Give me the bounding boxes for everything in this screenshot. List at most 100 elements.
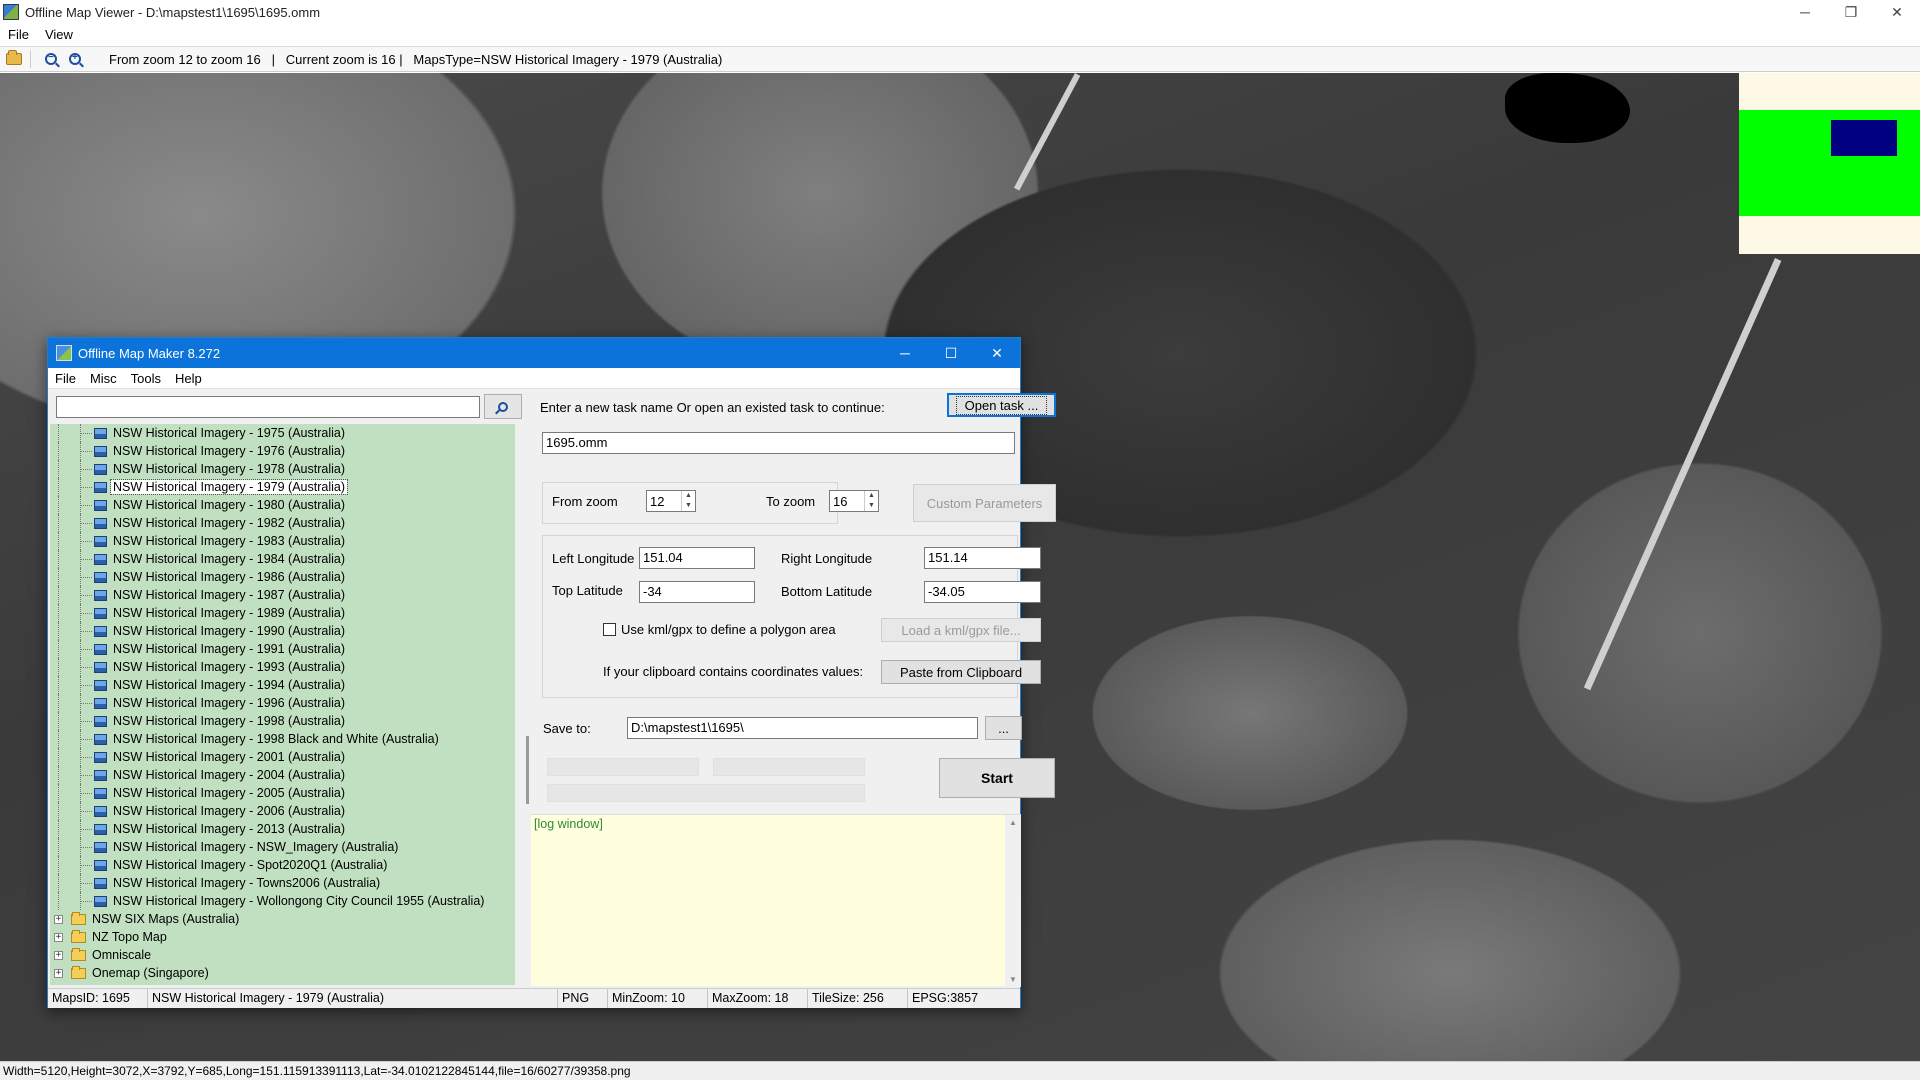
to-zoom-stepper[interactable]: 16 ▲ ▼ — [829, 490, 879, 512]
right-longitude-field[interactable]: 151.14 — [924, 547, 1041, 569]
tree-connector — [50, 892, 92, 910]
tree-item[interactable]: NSW Historical Imagery - Wollongong City… — [50, 892, 486, 910]
scroll-down-icon[interactable]: ▼ — [1009, 975, 1017, 984]
log-text: [log window] — [534, 817, 603, 831]
restore-button[interactable]: ❐ — [1828, 0, 1874, 24]
expand-icon[interactable]: + — [54, 932, 63, 942]
log-window[interactable]: [log window] ▲ ▼ — [531, 814, 1021, 987]
load-kml-button[interactable]: Load a kml/gpx file... — [881, 618, 1041, 642]
tree-item[interactable]: NSW Historical Imagery - 1976 (Australia… — [50, 442, 347, 460]
expand-icon[interactable]: + — [54, 968, 63, 978]
maker-menu-help[interactable]: Help — [168, 371, 209, 386]
zoom-out-icon[interactable]: − — [41, 49, 61, 69]
overview-viewport[interactable] — [1831, 120, 1897, 156]
tree-item[interactable]: NSW Historical Imagery - 2006 (Australia… — [50, 802, 347, 820]
tree-item[interactable]: NSW Historical Imagery - 1994 (Australia… — [50, 676, 347, 694]
progress-bar — [713, 758, 865, 776]
tree-item[interactable]: NSW Historical Imagery - 1986 (Australia… — [50, 568, 347, 586]
tree-folder[interactable]: + NZ Topo Map — [50, 928, 169, 946]
tree-item-label: NSW Historical Imagery - 1993 (Australia… — [113, 660, 346, 674]
maker-minimize-button[interactable]: ─ — [882, 338, 928, 368]
viewer-titlebar: Offline Map Viewer - D:\mapstest1\1695\1… — [0, 0, 1920, 24]
menu-view[interactable]: View — [37, 27, 81, 42]
tree-item[interactable]: NSW Historical Imagery - 2005 (Australia… — [50, 784, 347, 802]
tree-item-label: NSW Historical Imagery - 1976 (Australia… — [113, 444, 346, 458]
expand-icon[interactable]: + — [54, 950, 63, 960]
tree-folder[interactable]: + Onemap (Singapore) — [50, 964, 211, 982]
map-layer-icon — [94, 859, 107, 871]
maker-close-button[interactable]: ✕ — [974, 338, 1020, 368]
tree-item-label: NSW Historical Imagery - 1982 (Australia… — [113, 516, 346, 530]
from-zoom-stepper[interactable]: 12 ▲ ▼ — [646, 490, 696, 512]
open-folder-icon[interactable] — [4, 49, 24, 69]
tree-item[interactable]: NSW Historical Imagery - Spot2020Q1 (Aus… — [50, 856, 389, 874]
maker-titlebar[interactable]: Offline Map Maker 8.272 ─ ☐ ✕ — [48, 338, 1020, 368]
tree-item[interactable]: NSW Historical Imagery - 1991 (Australia… — [50, 640, 347, 658]
status-tile-size: TileSize: 256 — [808, 989, 908, 1008]
tree-folder[interactable]: + Omniscale — [50, 946, 153, 964]
tree-item[interactable]: NSW Historical Imagery - 2013 (Australia… — [50, 820, 347, 838]
map-layer-icon — [94, 517, 107, 529]
tree-item[interactable]: NSW Historical Imagery - 1998 (Australia… — [50, 712, 347, 730]
maker-menu-file[interactable]: File — [48, 371, 83, 386]
tree-item[interactable]: NSW Historical Imagery - Towns2006 (Aust… — [50, 874, 382, 892]
start-button[interactable]: Start — [939, 758, 1055, 798]
right-longitude-label: Right Longitude — [781, 551, 873, 566]
maker-maximize-button[interactable]: ☐ — [928, 338, 974, 368]
tree-item[interactable]: NSW Historical Imagery - 1982 (Australia… — [50, 514, 347, 532]
left-longitude-field[interactable]: 151.04 — [639, 547, 755, 569]
map-layer-icon — [94, 535, 107, 547]
maker-menu-misc[interactable]: Misc — [83, 371, 124, 386]
menu-file[interactable]: File — [0, 27, 37, 42]
log-scrollbar[interactable]: ▲ ▼ — [1005, 815, 1021, 987]
status-max-zoom: MaxZoom: 18 — [708, 989, 808, 1008]
status-epsg: EPSG:3857 — [912, 991, 979, 1005]
zoom-in-icon[interactable]: + — [65, 49, 85, 69]
overview-map[interactable] — [1739, 73, 1920, 254]
tree-item[interactable]: NSW Historical Imagery - 1978 (Australia… — [50, 460, 347, 478]
tree-item[interactable]: NSW Historical Imagery - 1996 (Australia… — [50, 694, 347, 712]
top-latitude-field[interactable]: -34 — [639, 581, 755, 603]
custom-parameters-button[interactable]: Custom Parameters — [913, 484, 1056, 522]
save-path-field[interactable]: D:\mapstest1\1695\ — [627, 717, 978, 739]
task-name-field[interactable]: 1695.omm — [542, 432, 1015, 454]
maker-menu-tools[interactable]: Tools — [124, 371, 168, 386]
map-layer-icon — [94, 427, 107, 439]
bottom-latitude-field[interactable]: -34.05 — [924, 581, 1041, 603]
tree-item-label: NSW Historical Imagery - 1986 (Australia… — [113, 570, 346, 584]
tree-item[interactable]: NSW Historical Imagery - 2004 (Australia… — [50, 766, 347, 784]
paste-clipboard-button[interactable]: Paste from Clipboard — [881, 660, 1041, 684]
open-task-button[interactable]: Open task ... — [947, 393, 1056, 417]
map-layer-icon — [94, 787, 107, 799]
tree-item[interactable]: NSW Historical Imagery - 1975 (Australia… — [50, 424, 347, 442]
tree-item[interactable]: NSW Historical Imagery - 1998 Black and … — [50, 730, 441, 748]
tree-item[interactable]: NSW Historical Imagery - 1984 (Australia… — [50, 550, 347, 568]
map-layer-icon — [94, 499, 107, 511]
tree-connector — [50, 460, 92, 478]
minimize-button[interactable]: ─ — [1782, 0, 1828, 24]
tree-item[interactable]: NSW Historical Imagery - 1987 (Australia… — [50, 586, 347, 604]
maps-search-button[interactable] — [484, 394, 522, 419]
tree-connector — [50, 442, 92, 460]
maps-search-input[interactable] — [56, 396, 480, 418]
map-layer-icon — [94, 751, 107, 763]
tree-folder[interactable]: + NSW SIX Maps (Australia) — [50, 910, 241, 928]
tree-item[interactable]: NSW Historical Imagery - NSW_Imagery (Au… — [50, 838, 400, 856]
tree-item[interactable]: NSW Historical Imagery - 1980 (Australia… — [50, 496, 347, 514]
browse-button[interactable]: ... — [985, 716, 1022, 740]
close-button[interactable]: ✕ — [1874, 0, 1920, 24]
expand-icon[interactable]: + — [54, 914, 63, 924]
tree-item[interactable]: NSW Historical Imagery - 1983 (Australia… — [50, 532, 347, 550]
tree-item[interactable]: NSW Historical Imagery - 1989 (Australia… — [50, 604, 347, 622]
maker-menubar: File Misc Tools Help — [48, 368, 1020, 389]
tree-item[interactable]: NSW Historical Imagery - 1979 (Australia… — [50, 478, 349, 496]
scroll-up-icon[interactable]: ▲ — [1009, 818, 1017, 827]
tree-item[interactable]: NSW Historical Imagery - 2001 (Australia… — [50, 748, 347, 766]
tree-scrollbar-thumb[interactable] — [526, 736, 529, 804]
map-layer-icon — [94, 841, 107, 853]
tree-item[interactable]: NSW Historical Imagery - 1993 (Australia… — [50, 658, 347, 676]
maps-tree[interactable]: NSW Historical Imagery - 1975 (Australia… — [50, 424, 515, 985]
kml-polygon-checkbox[interactable] — [603, 623, 616, 636]
tree-folder-label: Omniscale — [92, 948, 152, 962]
tree-item[interactable]: NSW Historical Imagery - 1990 (Australia… — [50, 622, 347, 640]
